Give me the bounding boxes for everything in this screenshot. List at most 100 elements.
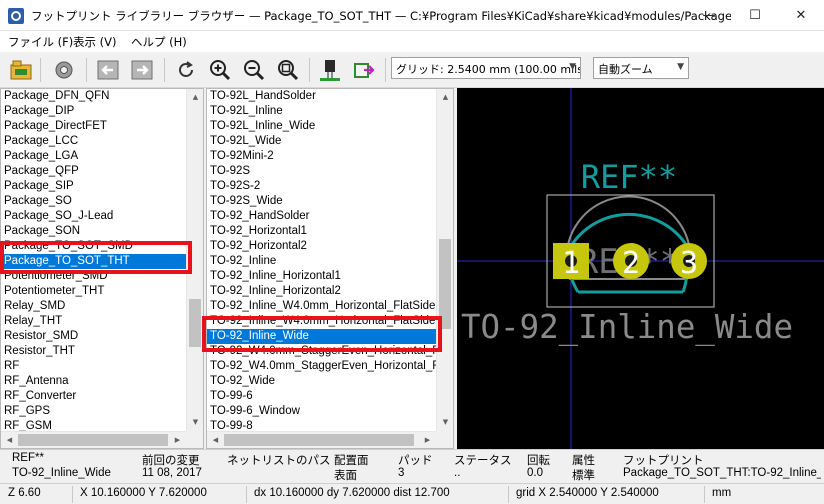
insert-footprint-icon — [354, 63, 375, 78]
refresh-button[interactable] — [171, 55, 201, 85]
insert-footprint-button[interactable] — [349, 55, 379, 85]
close-button[interactable]: ✕ — [778, 0, 824, 31]
maximize-button[interactable]: ☐ — [732, 0, 778, 31]
library-list-item[interactable]: RF_Antenna — [1, 374, 186, 389]
footprint-list-item[interactable]: TO-92_W4.0mm_StaggerEven_Horizontal_Flat… — [207, 359, 436, 374]
footprint-list-item[interactable]: TO-92_HandSolder — [207, 209, 436, 224]
zoom-select[interactable]: 自動ズーム ▼ — [593, 57, 689, 79]
library-list-item[interactable]: Package_SON — [1, 224, 186, 239]
zoom-select-value: 自動ズーム — [598, 63, 653, 76]
footprint-list-item[interactable]: TO-92Mini-2 — [207, 149, 436, 164]
pad-3-number: 3 — [680, 246, 698, 281]
scroll-thumb[interactable] — [18, 434, 168, 446]
footprint-list-item[interactable]: TO-92S — [207, 164, 436, 179]
footprint-list-item[interactable]: TO-99-6 — [207, 389, 436, 404]
library-list-item[interactable]: Package_DFN_QFN — [1, 89, 186, 104]
scroll-down-arrow-icon[interactable]: ▼ — [187, 414, 203, 431]
scroll-right-arrow-icon[interactable]: ▶ — [169, 432, 186, 448]
library-list-item[interactable]: RF_GPS — [1, 404, 186, 419]
footprint-list-item[interactable]: TO-92_Inline_Horizontal1 — [207, 269, 436, 284]
status-delta: dx 10.160000 dy 7.620000 dist 12.700 — [254, 487, 450, 499]
next-footprint-button[interactable] — [127, 55, 157, 85]
library-list-item[interactable]: RF — [1, 359, 186, 374]
footprint-drawing: REF** 1 2 3 REF** TO-92_Inline_Wide — [457, 88, 824, 449]
msg-value-attributes: 標準 — [572, 470, 595, 482]
footprint-vertical-scrollbar[interactable]: ▲ ▼ — [436, 89, 453, 431]
message-panel: REF** TO-92_Inline_Wide 前回の変更 11 08, 201… — [0, 449, 824, 483]
library-list-item[interactable]: Resistor_THT — [1, 344, 186, 359]
footprint-list-item[interactable]: TO-92S-2 — [207, 179, 436, 194]
msg-value-side: 表面 — [334, 470, 357, 482]
scroll-left-arrow-icon[interactable]: ◀ — [207, 432, 224, 448]
chevron-down-icon: ▼ — [677, 62, 684, 72]
library-list-item[interactable]: Package_SO — [1, 194, 186, 209]
footprint-list-item[interactable]: TO-99-8 — [207, 419, 436, 431]
library-list-item[interactable]: Resistor_SMD — [1, 329, 186, 344]
library-list-item[interactable]: Package_LGA — [1, 149, 186, 164]
library-list-item[interactable]: RF_GSM — [1, 419, 186, 431]
footprint-list-item[interactable]: TO-92_Inline_W4.0mm_Horizontal_FlatSideU… — [207, 299, 436, 314]
footprint-horizontal-scrollbar[interactable]: ◀ ▶ — [207, 431, 436, 448]
scroll-down-arrow-icon[interactable]: ▼ — [437, 414, 453, 431]
minimize-button[interactable]: — — [686, 0, 732, 31]
msg-value-status: .. — [454, 467, 461, 479]
footprint-list-panel: TO-92L_HandSolder TO-92L_Inline TO-92L_Inl… — [206, 88, 454, 449]
zoom-fit-button[interactable] — [273, 55, 303, 85]
3d-viewer-button[interactable] — [315, 55, 345, 85]
footprint-list-item[interactable]: TO-92L_HandSolder — [207, 89, 436, 104]
previous-footprint-button[interactable] — [93, 55, 123, 85]
library-list-item[interactable]: Relay_THT — [1, 314, 186, 329]
scroll-up-arrow-icon[interactable]: ▲ — [187, 89, 203, 106]
library-list-item[interactable]: Package_QFP — [1, 164, 186, 179]
library-list-item[interactable]: Potentiometer_THT — [1, 284, 186, 299]
open-library-icon — [10, 60, 32, 80]
scroll-thumb[interactable] — [189, 299, 201, 347]
msg-value-footprint: Package_TO_SOT_THT:TO-92_Inline_W... — [623, 467, 821, 479]
library-list-item[interactable]: RF_Converter — [1, 389, 186, 404]
scroll-thumb[interactable] — [224, 434, 414, 446]
open-library-button[interactable] — [6, 55, 36, 85]
menu-view[interactable]: 表示 (V) — [73, 34, 117, 50]
scroll-left-arrow-icon[interactable]: ◀ — [1, 432, 18, 448]
chevron-down-icon: ▼ — [569, 62, 576, 72]
library-list-item[interactable]: Package_DIP — [1, 104, 186, 119]
grid-select[interactable]: グリッド: 2.5400 mm (100.00 mils) ▼ — [391, 57, 581, 79]
library-list-item[interactable]: Package_DirectFET — [1, 119, 186, 134]
menu-file[interactable]: ファイル (F) — [8, 34, 73, 50]
msg-header-last-change: 前回の変更 — [142, 455, 200, 467]
zoom-in-button[interactable] — [205, 55, 235, 85]
refresh-icon — [179, 61, 193, 77]
library-list-item[interactable]: Package_SIP — [1, 179, 186, 194]
footprint-list-item[interactable]: TO-92L_Wide — [207, 134, 436, 149]
highlight-selected-library — [0, 241, 192, 274]
footprint-preview-canvas[interactable]: REF** 1 2 3 REF** TO-92_Inline_Wide — [457, 88, 824, 449]
msg-value-value: TO-92_Inline_Wide — [12, 467, 111, 479]
footprint-list-item[interactable]: TO-92_Horizontal2 — [207, 239, 436, 254]
scroll-right-arrow-icon[interactable]: ▶ — [419, 432, 436, 448]
zoom-out-button[interactable] — [239, 55, 269, 85]
zoom-out-icon — [244, 60, 265, 81]
footprint-list-item[interactable]: TO-92_Wide — [207, 374, 436, 389]
library-horizontal-scrollbar[interactable]: ◀ ▶ — [1, 431, 186, 448]
menu-help[interactable]: ヘルプ (H) — [131, 34, 187, 50]
pad-1-number: 1 — [562, 246, 580, 281]
settings-button[interactable] — [49, 55, 79, 85]
msg-value-pads: 3 — [398, 467, 405, 479]
highlight-selected-footprint — [202, 316, 442, 352]
library-list-item[interactable]: Relay_SMD — [1, 299, 186, 314]
main-toolbar: グリッド: 2.5400 mm (100.00 mils) ▼ 自動ズーム ▼ — [0, 52, 824, 88]
footprint-list-item[interactable]: TO-92_Inline — [207, 254, 436, 269]
scroll-up-arrow-icon[interactable]: ▲ — [437, 89, 453, 106]
footprint-list-item[interactable]: TO-92S_Wide — [207, 194, 436, 209]
zoom-in-icon — [210, 60, 231, 81]
footprint-list-item[interactable]: TO-92L_Inline — [207, 104, 436, 119]
footprint-list-item[interactable]: TO-99-6_Window — [207, 404, 436, 419]
footprint-list-item[interactable]: TO-92L_Inline_Wide — [207, 119, 436, 134]
kicad-app-icon — [8, 8, 24, 24]
footprint-list-item[interactable]: TO-92_Horizontal1 — [207, 224, 436, 239]
title-bar: フットプリント ライブラリー ブラウザー — Package_TO_SOT_TH… — [0, 0, 824, 31]
library-list-item[interactable]: Package_LCC — [1, 134, 186, 149]
footprint-list-item[interactable]: TO-92_Inline_Horizontal2 — [207, 284, 436, 299]
library-list-item[interactable]: Package_SO_J-Lead — [1, 209, 186, 224]
pad-2-number: 2 — [622, 246, 640, 281]
